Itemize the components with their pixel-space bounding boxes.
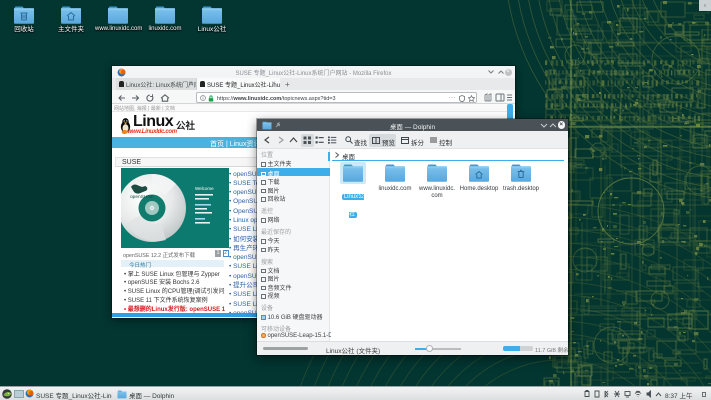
svg-text:Welcome: Welcome xyxy=(195,186,214,191)
svg-text:openSUSE: openSUSE xyxy=(130,194,154,200)
